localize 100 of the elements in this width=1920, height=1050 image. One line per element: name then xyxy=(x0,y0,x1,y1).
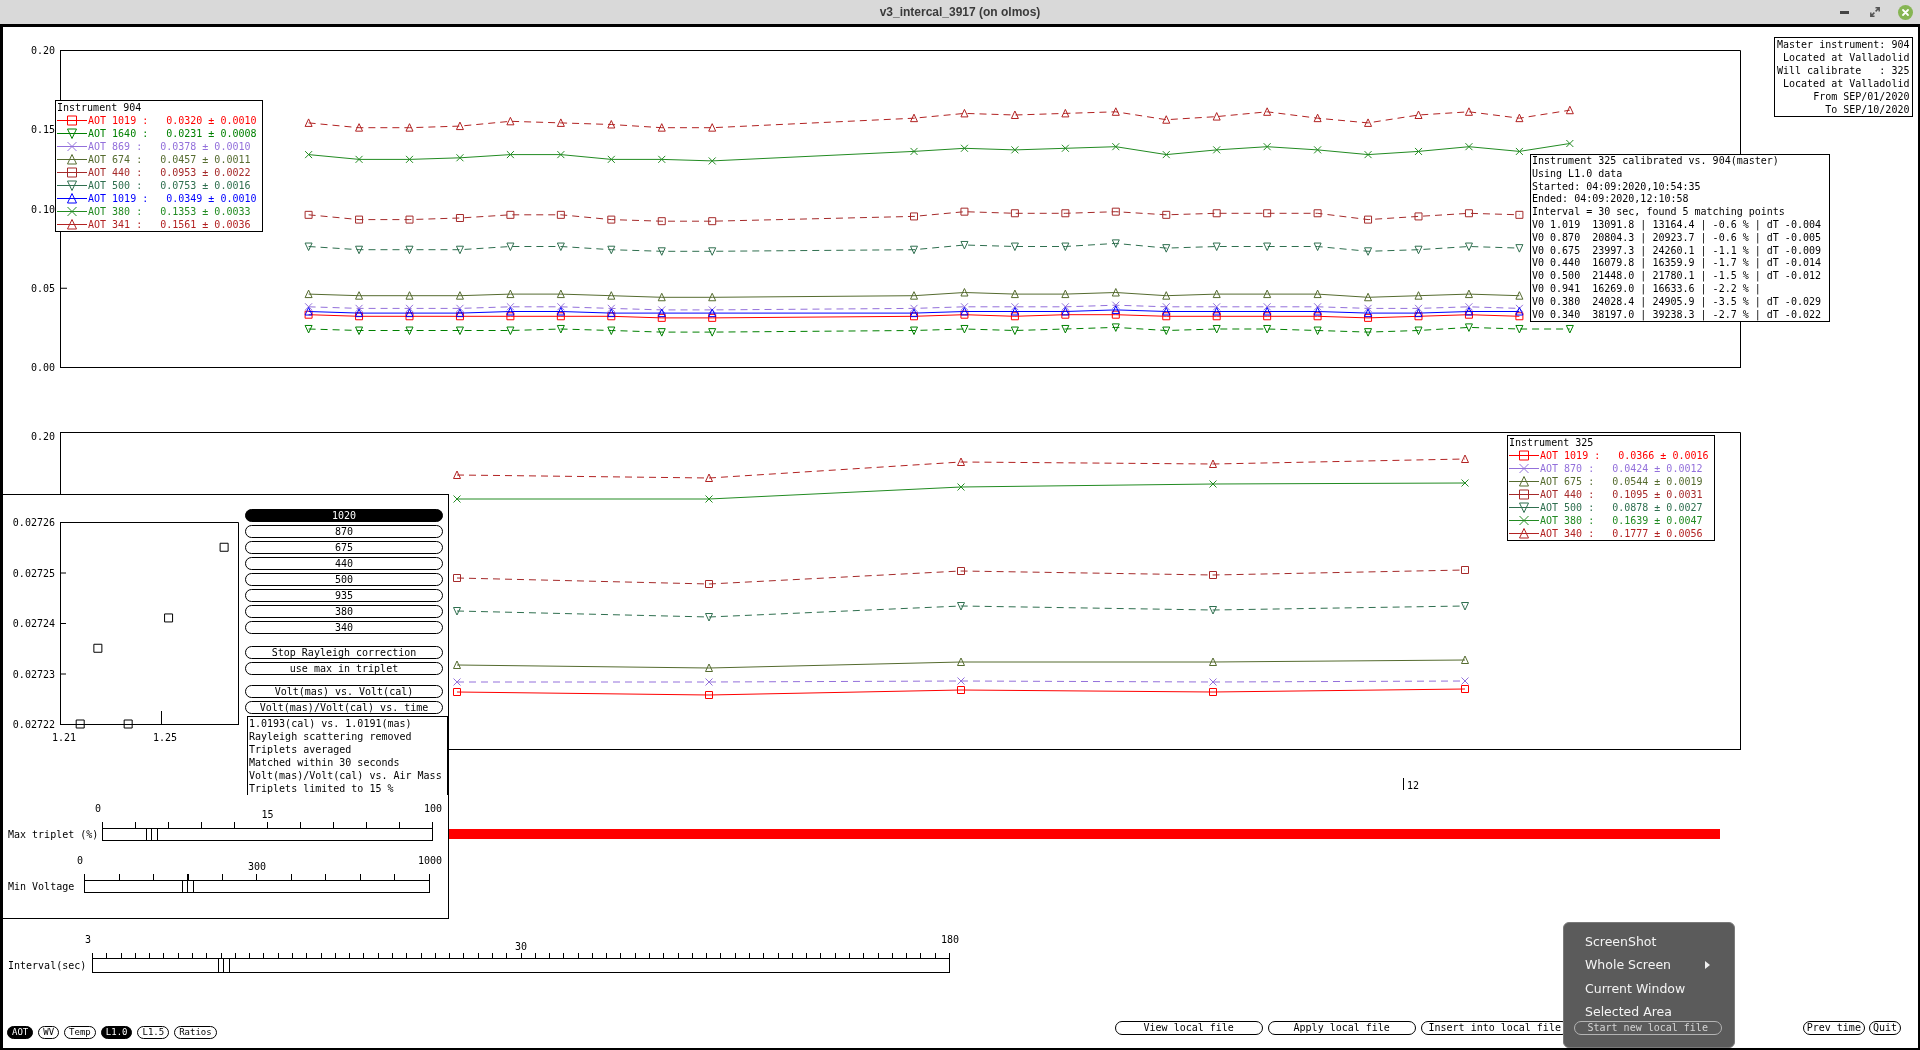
info-line: To SEP/10/2020 xyxy=(1824,103,1910,116)
legend-label: AOT 500 : xyxy=(1540,501,1595,514)
legend-label: AOT 500 : xyxy=(88,179,143,192)
mode-toggle[interactable]: WV xyxy=(38,1026,60,1039)
wavelength-button[interactable]: 935 xyxy=(245,589,443,602)
report-line: Using L1.0 data xyxy=(1532,167,1624,181)
report-line: V0 0.340 38197.0 | 39238.3 | -2.7 % | dT -0.022 xyxy=(1532,308,1821,322)
legend-label: AOT 674 : xyxy=(88,153,143,166)
axis-tick-label: 0.00 xyxy=(30,362,55,373)
legend-label: AOT 440 : xyxy=(88,166,143,179)
window-title: v3_intercal_3917 (on olmos) xyxy=(879,5,1041,19)
mode-toggle[interactable]: Ratios xyxy=(174,1026,217,1039)
menu-item[interactable]: ScreenShot xyxy=(1564,932,1734,950)
slider-label: Min Voltage xyxy=(8,880,76,893)
minimize-icon xyxy=(1840,10,1849,14)
slider-thumb[interactable] xyxy=(217,958,230,973)
mode-toggle[interactable]: L1.5 xyxy=(137,1026,170,1039)
legend-label: AOT 440 : xyxy=(1540,488,1595,501)
data-point xyxy=(93,643,103,653)
slider-value: 30 xyxy=(514,941,527,952)
legend-label: AOT 341 : xyxy=(88,218,143,231)
mode-toggle[interactable]: AOT xyxy=(7,1026,34,1039)
wavelength-button[interactable]: 340 xyxy=(245,621,443,634)
legend-label: AOT 380 : xyxy=(88,205,143,218)
axis-tick-label: 0.02723 xyxy=(12,668,55,680)
data-point xyxy=(453,470,461,479)
minimize-button[interactable] xyxy=(1840,10,1849,14)
scale-min-label: 0 xyxy=(76,855,83,866)
legend-label: AOT 380 : xyxy=(1540,514,1595,527)
maximize-icon xyxy=(1870,7,1880,17)
data-point xyxy=(1461,655,1469,664)
file-action-button[interactable]: View local file xyxy=(1114,1021,1263,1035)
nav-button[interactable]: Quit xyxy=(1868,1021,1901,1035)
wavelength-button[interactable]: 440 xyxy=(245,557,443,570)
data-point xyxy=(1209,571,1217,579)
legend-value: 0.1561 ± 0.0036 xyxy=(160,218,251,231)
wavelength-button[interactable]: 380 xyxy=(245,605,443,618)
report-line: V0 1.019 13091.8 | 13164.4 | -0.6 % | dT -0.004 xyxy=(1532,219,1821,232)
data-point xyxy=(123,719,133,729)
slider-value: 15 xyxy=(261,809,274,820)
info-line: Master instrument: 904 xyxy=(1777,38,1910,51)
data-point xyxy=(957,457,965,466)
mode-toggle[interactable]: L1.0 xyxy=(100,1026,133,1039)
info-line: Will calibrate : 325 xyxy=(1777,64,1910,77)
slider-label: Max triplet (%) xyxy=(8,828,100,841)
report-line: V0 0.675 23997.3 | 24260.1 | -1.1 % | dT -0.009 xyxy=(1532,244,1821,258)
maximize-button[interactable] xyxy=(1870,7,1880,17)
option-button[interactable]: use max in triplet xyxy=(245,662,443,675)
menu-item[interactable]: Selected Area xyxy=(1564,1002,1734,1021)
data-point xyxy=(453,688,461,696)
legend-value: 0.0753 ± 0.0016 xyxy=(160,179,251,192)
axis-tick-label: 0.15 xyxy=(30,124,55,136)
option-button[interactable]: Stop Rayleigh correction xyxy=(245,646,443,659)
legend-value: 0.0457 ± 0.0011 xyxy=(160,153,251,166)
note-line: Rayleigh scattering removed xyxy=(249,730,413,743)
note-line: Triplets limited to 15 % xyxy=(249,782,395,795)
slider-track[interactable] xyxy=(92,958,950,973)
legend-label: AOT 675 : xyxy=(1540,475,1595,488)
report-line: V0 0.500 21448.0 | 21780.1 | -1.5 % | dT -0.012 xyxy=(1532,270,1821,283)
mode-toggle[interactable]: Temp xyxy=(64,1026,96,1039)
legend-value: 0.0231 ± 0.0008 xyxy=(166,127,257,140)
slider-value: 300 xyxy=(247,861,267,872)
file-action-button[interactable]: Apply local file xyxy=(1267,1021,1416,1035)
legend-value: 0.1777 ± 0.0056 xyxy=(1612,527,1703,540)
legend-value: 0.0878 ± 0.0027 xyxy=(1612,501,1703,514)
legend-value: 0.0349 ± 0.0010 xyxy=(166,192,257,205)
close-icon xyxy=(1898,4,1913,20)
legend-value: 0.0544 ± 0.0019 xyxy=(1612,475,1703,488)
plot-mode-button[interactable]: Volt(mas) vs. Volt(cal) xyxy=(245,685,443,698)
info-line: Located at Valladolid xyxy=(1782,77,1910,90)
wavelength-button[interactable]: 1020 xyxy=(245,509,443,522)
legend-value: 0.0378 ± 0.0010 xyxy=(160,140,251,153)
report-line: Ended: 04:09:2020,12:10:58 xyxy=(1532,193,1690,207)
wavelength-button[interactable]: 870 xyxy=(245,525,443,538)
wavelength-button[interactable]: 675 xyxy=(245,541,443,554)
data-point xyxy=(957,483,965,491)
report-line: V0 0.440 16079.8 | 16359.9 | -1.7 % | dT -0.014 xyxy=(1532,257,1821,271)
slider-track[interactable] xyxy=(84,880,430,893)
legend-label: AOT 1019 : xyxy=(88,192,149,205)
legend-label: AOT 1019 : xyxy=(1540,449,1601,462)
slider-thumb[interactable] xyxy=(182,880,195,893)
report-line: Instrument 325 calibrated vs. 904(master) xyxy=(1532,155,1780,168)
data-point xyxy=(1209,459,1217,468)
report-line: Started: 04:09:2020,10:54:35 xyxy=(1532,180,1702,194)
data-point xyxy=(1209,688,1217,696)
menu-item[interactable]: Current Window xyxy=(1564,979,1734,997)
menu-item[interactable]: Whole Screen xyxy=(1564,955,1734,974)
legend-label: AOT 1640 : xyxy=(88,127,149,140)
data-point xyxy=(453,574,461,582)
slider-track[interactable] xyxy=(102,828,433,841)
wavelength-button[interactable]: 500 xyxy=(245,573,443,586)
legend-value: 0.1353 ± 0.0033 xyxy=(160,205,251,218)
data-point xyxy=(705,663,713,672)
legend-value: 0.0366 ± 0.0016 xyxy=(1618,449,1709,462)
legend-label: AOT 870 : xyxy=(1540,462,1595,475)
nav-button[interactable]: Prev time xyxy=(1802,1021,1865,1035)
plot-mode-button[interactable]: Volt(mas)/Volt(cal) vs. time xyxy=(245,701,443,714)
data-point xyxy=(1461,454,1469,463)
slider-thumb[interactable] xyxy=(146,828,159,841)
legend-value: 0.0953 ± 0.0022 xyxy=(160,166,251,179)
